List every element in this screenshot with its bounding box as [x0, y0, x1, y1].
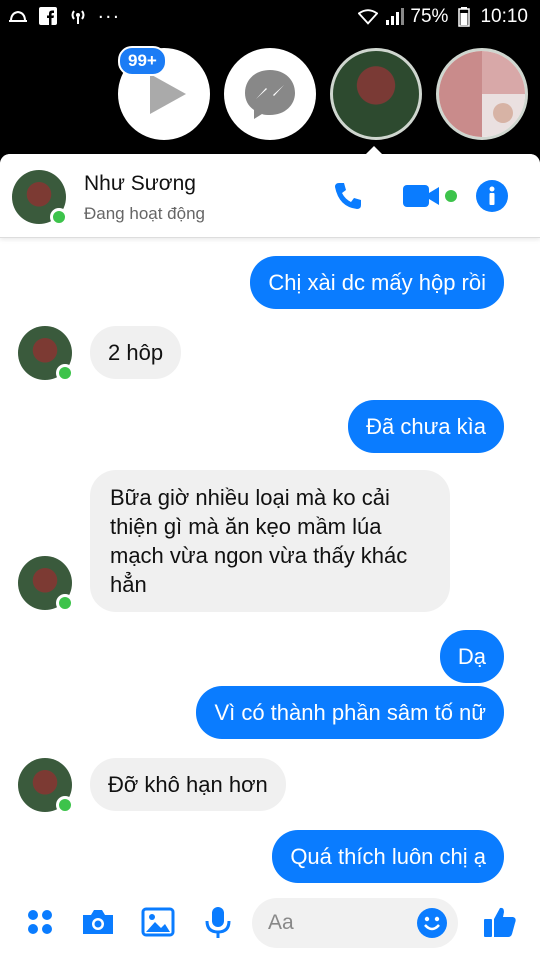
signal-icon — [384, 7, 405, 27]
status-bar: ... 75% 10:10 — [0, 0, 540, 36]
message-in[interactable]: 2 hôp — [90, 326, 182, 379]
message-in[interactable]: Bữa giờ nhiều loại mà ko cải thiện gì mà… — [90, 470, 450, 612]
hotspot-icon — [68, 6, 88, 26]
avatar — [18, 758, 74, 814]
chat-head-contact[interactable] — [330, 48, 422, 140]
mic-icon — [205, 907, 231, 938]
info-icon — [476, 180, 508, 212]
wifi-icon — [358, 7, 379, 27]
online-indicator — [56, 594, 74, 612]
more-indicator: ... — [98, 0, 121, 23]
camera-icon — [83, 910, 113, 934]
clock: 10:10 — [480, 6, 528, 27]
gallery-button[interactable] — [138, 902, 178, 942]
messenger-icon — [245, 70, 295, 119]
voice-button[interactable] — [198, 902, 238, 942]
chat-head-messenger[interactable] — [224, 48, 316, 140]
online-indicator — [50, 208, 68, 226]
message-list: Chị xài dc mấy hộp rồi 2 hôp Đã chưa kìa… — [0, 238, 540, 888]
apps-button[interactable] — [20, 902, 60, 942]
chat-window: Như Sương Đang hoạt động Chị xài dc mấy … — [0, 154, 540, 960]
video-call-button[interactable] — [400, 178, 460, 214]
info-button[interactable] — [474, 178, 510, 214]
chat-heads — [0, 36, 540, 154]
status-left: ... — [8, 1, 121, 26]
emoji-icon[interactable] — [416, 907, 448, 944]
call-button[interactable] — [330, 178, 366, 214]
camera-button[interactable] — [78, 902, 118, 942]
status-right: 75% 10:10 — [358, 6, 528, 28]
chat-header: Như Sương Đang hoạt động — [0, 154, 540, 238]
video-icon — [403, 185, 457, 207]
message-out[interactable]: Dạ — [439, 630, 504, 683]
active-head-pointer — [364, 146, 384, 156]
battery-icon — [454, 7, 474, 27]
avatar — [18, 326, 74, 382]
message-in[interactable]: Đỡ khô hạn hơn — [90, 758, 286, 811]
contact-name[interactable]: Như Sương — [84, 172, 196, 196]
message-input-placeholder: Aa — [268, 911, 294, 934]
notification-icon — [8, 6, 28, 26]
online-indicator — [56, 796, 74, 814]
gallery-icon — [141, 907, 175, 937]
like-button[interactable] — [480, 902, 520, 942]
avatar[interactable] — [12, 170, 68, 226]
composer: Aa — [0, 888, 540, 960]
contact-status: Đang hoạt động — [84, 204, 205, 223]
apps-icon — [28, 910, 52, 934]
facebook-icon — [38, 6, 58, 26]
battery-level: 75% — [410, 6, 449, 27]
message-out[interactable]: Quá thích luôn chị ạ — [272, 830, 504, 883]
message-input[interactable]: Aa — [252, 898, 458, 948]
unread-badge: 99+ — [118, 46, 167, 76]
chat-head-group[interactable] — [436, 48, 528, 140]
like-icon — [484, 907, 516, 937]
message-out[interactable]: Vì có thành phần sâm tố nữ — [196, 686, 504, 739]
online-indicator — [56, 364, 74, 382]
phone-icon — [335, 183, 361, 209]
message-out[interactable]: Chị xài dc mấy hộp rồi — [250, 256, 504, 309]
message-out[interactable]: Đã chưa kìa — [348, 400, 504, 453]
avatar — [18, 556, 74, 612]
